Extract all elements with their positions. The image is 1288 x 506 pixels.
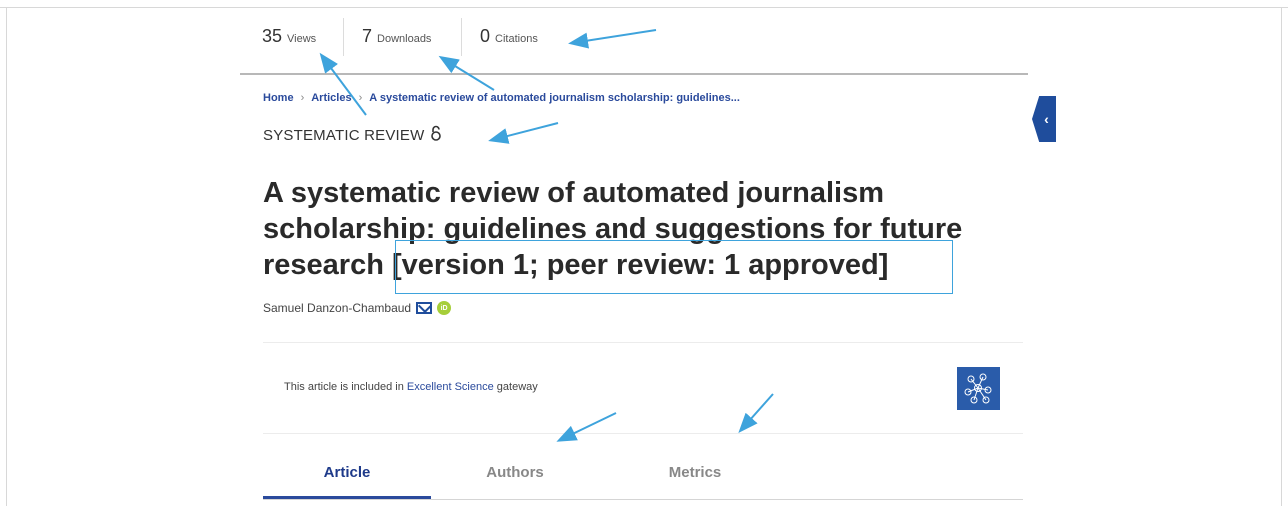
views-count: 35 [262,26,283,46]
gateway-logo[interactable] [957,367,1000,410]
screenshot-frame-left [6,7,7,506]
metric-downloads[interactable]: 7 Downloads [362,26,431,47]
metric-citations[interactable]: 0 Citations [480,26,538,47]
breadcrumb-separator: › [300,92,305,104]
downloads-count: 7 [362,26,373,46]
chevron-left-icon: ‹ [1044,111,1049,127]
citations-label: Citations [495,33,538,45]
side-panel-toggle[interactable]: ‹ [1032,96,1056,142]
gateway-suffix: gateway [496,381,538,393]
gateway-prefix: This article is included in [284,381,404,393]
gateway-link[interactable]: Excellent Science [407,381,494,393]
article-type-label: SYSTEMATIC REVIEW [263,126,425,144]
metric-divider [343,18,344,56]
metrics-bar: 35 Views 7 Downloads 0 Citations [240,18,1028,70]
tab-article[interactable]: Article [263,464,431,481]
metric-views[interactable]: 35 Views [262,26,316,47]
annotation-arrow [488,122,559,144]
metrics-divider [240,73,1028,75]
breadcrumb: Home › Articles › A systematic review of… [263,92,740,104]
orcid-icon[interactable]: iD [437,301,452,315]
breadcrumb-home[interactable]: Home [263,92,294,104]
tab-authors[interactable]: Authors [431,464,599,481]
screenshot-frame-right [1281,7,1282,506]
mail-icon[interactable] [416,302,433,314]
annotation-highlight-box [395,240,953,294]
author-list: Samuel Danzon-Chambaud iD [263,301,452,315]
gateway-panel: This article is included in Excellent Sc… [263,342,1023,434]
tab-metrics[interactable]: Metrics [611,464,779,481]
downloads-label: Downloads [377,33,432,45]
breadcrumb-current[interactable]: A systematic review of automated journal… [369,92,740,104]
citations-count: 0 [480,26,491,46]
active-tab-indicator [263,496,431,499]
author-name[interactable]: Samuel Danzon-Chambaud [263,301,411,315]
breadcrumb-separator: › [358,92,363,104]
gateway-text: This article is included in Excellent Sc… [284,381,538,393]
article-tabs: Article Authors Metrics [263,454,1023,500]
screenshot-frame-top [0,7,1288,8]
views-label: Views [287,33,317,45]
article-type: SYSTEMATIC REVIEW [263,125,442,145]
metric-divider [461,18,462,56]
open-lock-icon [430,125,442,145]
network-icon [964,373,992,404]
breadcrumb-articles[interactable]: Articles [311,92,351,104]
